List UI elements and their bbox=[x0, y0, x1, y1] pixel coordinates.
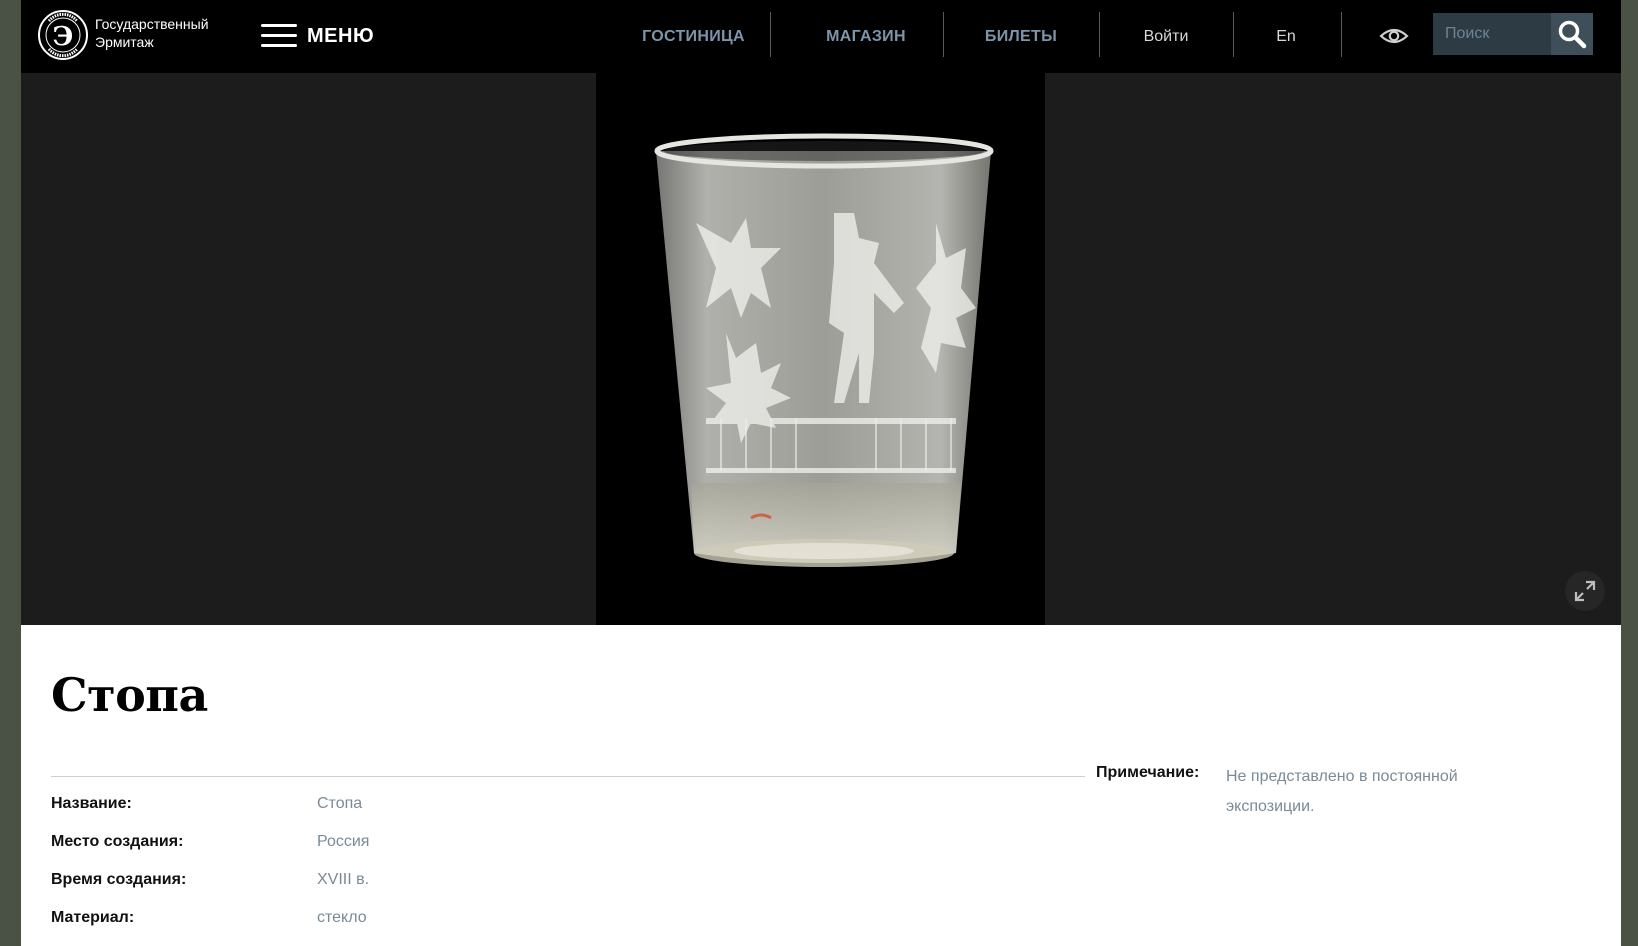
divider bbox=[51, 776, 1085, 777]
field-value-place[interactable]: Россия bbox=[317, 833, 369, 851]
nav-divider bbox=[770, 12, 771, 57]
note-label: Примечание: bbox=[1096, 764, 1200, 781]
nav-hotel[interactable]: ГОСТИНИЦА bbox=[621, 0, 766, 73]
nav-lang[interactable]: En bbox=[1261, 0, 1311, 73]
nav-divider bbox=[1233, 12, 1234, 57]
hermitage-logo[interactable]: Э bbox=[37, 3, 89, 67]
nav-shop[interactable]: МАГАЗИН bbox=[796, 0, 936, 73]
logo-line-2: Эрмитаж bbox=[95, 34, 154, 50]
page-title: Стопа bbox=[51, 668, 208, 722]
site-header: Э Государственный Эрмитаж МЕНЮ ГОСТИНИЦА… bbox=[21, 0, 1621, 73]
svg-text:Э: Э bbox=[53, 22, 74, 52]
nav-tickets[interactable]: БИЛЕТЫ bbox=[966, 0, 1076, 73]
page: Э Государственный Эрмитаж МЕНЮ ГОСТИНИЦА… bbox=[21, 0, 1621, 946]
nav-divider bbox=[1099, 12, 1100, 57]
logo-line-1: Государственный bbox=[95, 16, 209, 32]
field-label-name: Название: bbox=[51, 795, 132, 812]
field-label-place: Место создания: bbox=[51, 833, 184, 850]
field-value-name: Стопа bbox=[317, 795, 363, 812]
field-label-material: Материал: bbox=[51, 909, 135, 926]
nav-login[interactable]: Войти bbox=[1121, 0, 1211, 73]
search-button[interactable] bbox=[1551, 13, 1593, 55]
nav-divider bbox=[1341, 12, 1342, 57]
hamburger-icon bbox=[261, 24, 297, 48]
logo-text[interactable]: Государственный Эрмитаж bbox=[95, 15, 209, 51]
field-value-date[interactable]: XVIII в. bbox=[317, 871, 369, 889]
artwork-image[interactable] bbox=[596, 73, 1045, 625]
field-value-material[interactable]: стекло bbox=[317, 909, 367, 927]
field-label-date: Время создания: bbox=[51, 871, 187, 888]
search-input[interactable] bbox=[1433, 13, 1551, 55]
expand-button[interactable] bbox=[1565, 571, 1605, 611]
note-value: Не представлено в постоянной экспозиции. bbox=[1226, 768, 1458, 815]
expand-icon bbox=[1574, 580, 1596, 602]
nav-divider bbox=[943, 12, 944, 57]
menu-button[interactable]: МЕНЮ bbox=[261, 16, 374, 56]
search-icon bbox=[1558, 20, 1587, 49]
hero-gallery bbox=[21, 73, 1621, 625]
menu-label: МЕНЮ bbox=[307, 24, 375, 47]
eye-icon[interactable] bbox=[1379, 22, 1409, 50]
